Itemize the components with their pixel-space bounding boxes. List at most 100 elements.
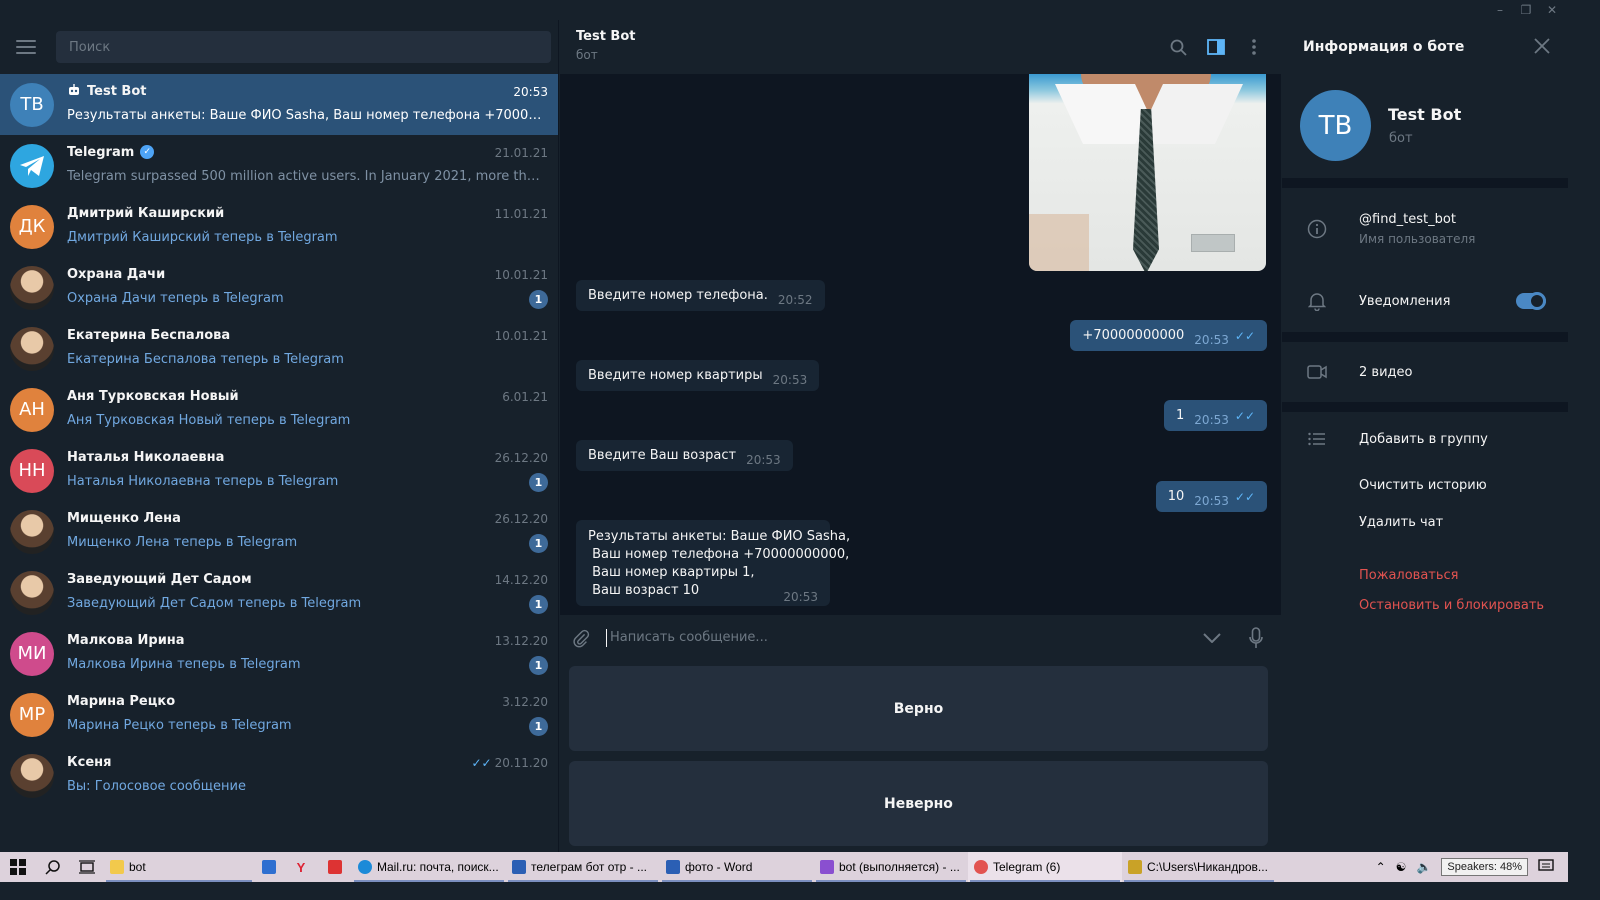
attach-icon[interactable] xyxy=(572,629,590,648)
incoming-message[interactable]: Результаты анкеты: Ваше ФИО Sasha, Ваш н… xyxy=(576,520,850,606)
media-row[interactable]: 2 видео xyxy=(1282,342,1568,402)
task-view-icon[interactable] xyxy=(70,852,104,882)
chat-preview: Дмитрий Каширский теперь в Telegram xyxy=(67,229,338,245)
gift-app-icon[interactable] xyxy=(318,852,352,882)
close-icon[interactable] xyxy=(1534,38,1550,56)
info-panel-header: Информация о боте xyxy=(1282,20,1568,74)
network-icon[interactable]: ☯ xyxy=(1396,860,1407,874)
chat-name: Заведующий Дет Садом xyxy=(67,572,252,587)
chat-name-text: Екатерина Беспалова xyxy=(67,327,231,343)
chevron-up-icon[interactable]: ⌃ xyxy=(1376,860,1386,874)
mail-app-icon[interactable] xyxy=(254,852,284,882)
chat-list-item[interactable]: НН Наталья Николаевна 26.12.20 Наталья Нико… xyxy=(0,440,558,501)
chat-time: 20:53 xyxy=(513,85,548,99)
chat-list-item[interactable]: ДК Дмитрий Каширский 11.01.21 Дмитрий Кашир… xyxy=(0,196,558,257)
minimize-button[interactable]: – xyxy=(1492,3,1508,17)
chat-list-item[interactable]: МИ Малкова Ирина 13.12.20 Малкова Ирина теп… xyxy=(0,623,558,684)
username-row[interactable]: @find_test_bot Имя пользователя xyxy=(1282,188,1568,270)
avatar: ДК xyxy=(10,204,54,249)
search-icon[interactable] xyxy=(1169,38,1187,56)
keyboard-button-incorrect[interactable]: Неверно xyxy=(569,761,1268,846)
unread-badge: 1 xyxy=(529,472,548,492)
outgoing-message[interactable]: +70000000000 20:53 ✓✓ xyxy=(1070,320,1267,351)
chat-list-item[interactable]: TB Test Bot 20:53 Результаты анкеты: Ваше Ф… xyxy=(0,74,558,135)
clear-history-row[interactable]: Очистить историю xyxy=(1282,466,1568,504)
message-time: 20:53 xyxy=(746,453,781,467)
taskbar-search-icon[interactable] xyxy=(36,852,70,882)
chat-time: 26.12.20 xyxy=(495,512,548,526)
avatar: НН xyxy=(10,448,54,493)
folder-icon xyxy=(110,860,124,874)
bot-icon xyxy=(67,83,81,100)
yandex-browser-icon[interactable]: Y xyxy=(284,852,318,882)
info-panel-title: Информация о боте xyxy=(1303,39,1465,55)
incoming-message[interactable]: Введите номер квартиры 20:53 xyxy=(576,360,820,391)
chat-list-item[interactable]: АН Аня Турковская Новый 6.01.21 Аня Турковс… xyxy=(0,379,558,440)
chat-preview: Екатерина Беспалова теперь в Telegram xyxy=(67,351,344,367)
chat-name-text: Дмитрий Каширский xyxy=(67,205,225,221)
chat-preview: Результаты анкеты: Ваше ФИО Sasha, Ваш н… xyxy=(67,107,545,123)
delete-chat-row[interactable]: Удалить чат xyxy=(1282,504,1568,540)
volume-icon[interactable]: 🔈 xyxy=(1416,860,1431,874)
chat-list-item[interactable]: Охрана Дачи 10.01.21 Охрана Дачи теперь в … xyxy=(0,257,558,318)
message-time: 20:53 xyxy=(1194,413,1229,427)
bot-subtitle: бот xyxy=(1389,131,1413,146)
chat-name-text: Малкова Ирина xyxy=(67,632,185,648)
message-input[interactable]: Написать сообщение... xyxy=(606,629,1203,647)
volume-tooltip: Speakers: 48% xyxy=(1441,858,1528,876)
chat-name-text: Ксеня xyxy=(67,754,112,770)
chat-list-item[interactable]: МР Марина Рецко 3.12.20 Марина Рецко теперь… xyxy=(0,684,558,745)
message-text: Введите номер квартиры xyxy=(588,368,763,383)
notifications-label: Уведомления xyxy=(1359,293,1451,309)
outgoing-message[interactable]: 10 20:53 ✓✓ xyxy=(1155,481,1267,512)
sidebar-toggle-icon[interactable] xyxy=(1207,38,1225,56)
chat-list-item[interactable]: Ксеня ✓✓ 20.11.20 Вы: Голосовое сообщение xyxy=(0,745,558,806)
maximize-button[interactable]: ❐ xyxy=(1518,3,1534,17)
photo-message[interactable] xyxy=(1029,74,1266,271)
message-time: 20:53 xyxy=(1194,494,1229,508)
chat-preview: Вы: Голосовое сообщение xyxy=(67,778,246,794)
incoming-message[interactable]: Введите Ваш возраст 20:53 xyxy=(576,440,793,471)
chat-list-item[interactable]: Екатерина Беспалова 10.01.21 Екатерина Бес… xyxy=(0,318,558,379)
taskbar-item-visual-studio[interactable]: bot (выполняется) - ... xyxy=(814,852,968,882)
message-time: 20:53 xyxy=(783,590,818,604)
conversation-header[interactable]: Test Bot бот xyxy=(560,20,1281,74)
stop-and-block-row[interactable]: Остановить и блокировать xyxy=(1282,594,1568,616)
close-window-button[interactable]: ✕ xyxy=(1544,3,1560,17)
notifications-toggle[interactable] xyxy=(1516,292,1546,310)
search-input[interactable]: Поиск xyxy=(56,31,551,63)
system-tray: ⌃ ☯ 🔈 Speakers: 48% xyxy=(1376,852,1568,882)
chat-name: Марина Рецко xyxy=(67,694,175,709)
chat-preview: Наталья Николаевна теперь в Telegram xyxy=(67,473,339,489)
stop-and-block-label: Остановить и блокировать xyxy=(1359,597,1545,613)
taskbar-item-bot-folder[interactable]: bot xyxy=(104,852,254,882)
taskbar-item-word-2[interactable]: фото - Word xyxy=(660,852,814,882)
microphone-icon[interactable] xyxy=(1247,627,1265,648)
taskbar-item-browser[interactable]: Mail.ru: почта, поиск... xyxy=(352,852,506,882)
add-to-group-row[interactable]: Добавить в группу xyxy=(1282,412,1568,466)
keyboard-button-correct[interactable]: Верно xyxy=(569,666,1268,751)
notifications-row[interactable]: Уведомления xyxy=(1282,270,1568,332)
chat-list-item[interactable]: Заведующий Дет Садом 14.12.20 Заведующий Д… xyxy=(0,562,558,623)
chevron-down-icon[interactable] xyxy=(1203,629,1221,647)
taskbar-item-explorer[interactable]: C:\Users\Никандров... xyxy=(1122,852,1276,882)
more-options-icon[interactable] xyxy=(1245,38,1263,56)
start-button[interactable] xyxy=(0,852,36,882)
chat-time-text: 20:53 xyxy=(513,84,548,99)
chat-time-text: 11.01.21 xyxy=(494,206,548,221)
taskbar-item-telegram[interactable]: Telegram (6) xyxy=(968,852,1122,882)
chat-name: Дмитрий Каширский xyxy=(67,206,224,221)
chat-list-item[interactable]: Telegram ✓ 21.01.21 Telegram surpassed 500 … xyxy=(0,135,558,196)
outgoing-message[interactable]: 1 20:53 ✓✓ xyxy=(1164,400,1267,431)
report-row[interactable]: Пожаловаться xyxy=(1282,540,1568,594)
bot-keyboard: Верно Неверно xyxy=(560,661,1281,852)
avatar[interactable]: TB xyxy=(1300,90,1371,161)
chat-name: Ксеня xyxy=(67,755,111,770)
chat-name-text: Test Bot xyxy=(87,84,147,99)
chat-list-item[interactable]: Мищенко Лена 26.12.20 Мищенко Лена теперь … xyxy=(0,501,558,562)
hamburger-menu-icon[interactable] xyxy=(16,40,36,54)
chat-time-text: 14.12.20 xyxy=(494,572,548,587)
incoming-message[interactable]: Введите номер телефона. 20:52 xyxy=(576,280,825,311)
taskbar-item-word-1[interactable]: телеграм бот отр - ... xyxy=(506,852,660,882)
notifications-icon[interactable] xyxy=(1538,858,1554,876)
